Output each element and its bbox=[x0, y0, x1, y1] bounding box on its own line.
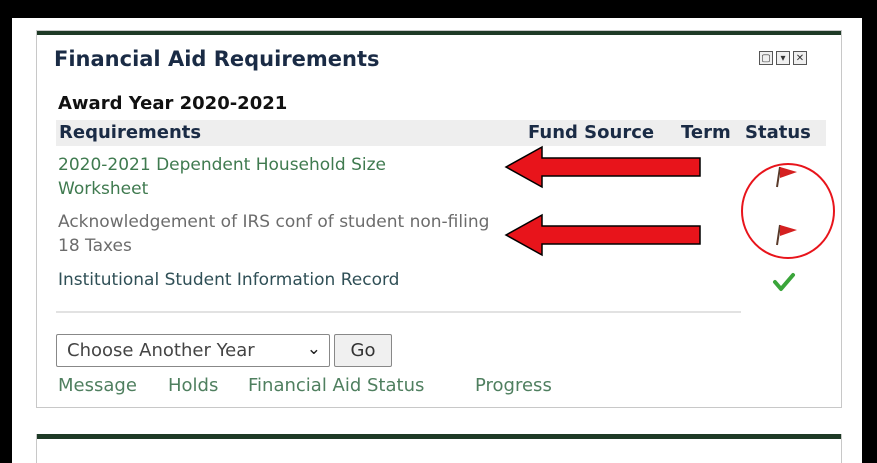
red-arrow-annotation bbox=[504, 145, 701, 189]
link-financial-aid-status[interactable]: Financial Aid Status bbox=[248, 375, 424, 396]
column-header-term: Term bbox=[681, 122, 731, 143]
next-panel-top-bar bbox=[37, 434, 841, 439]
column-header-fund-source: Fund Source bbox=[528, 122, 655, 143]
red-arrow-annotation bbox=[504, 213, 701, 257]
screenshot-frame-top bbox=[0, 0, 877, 18]
requirement-link-household-size[interactable]: 2020-2021 Dependent Household Size Works… bbox=[58, 153, 478, 201]
link-holds[interactable]: Holds bbox=[168, 375, 218, 396]
close-icon[interactable]: ✕ bbox=[793, 51, 807, 65]
award-year-heading: Award Year 2020-2021 bbox=[58, 93, 288, 114]
divider bbox=[56, 311, 741, 313]
column-header-status: Status bbox=[745, 122, 811, 143]
restore-icon[interactable]: ▢ bbox=[759, 51, 773, 65]
year-select-value: Choose Another Year bbox=[67, 340, 255, 361]
year-select[interactable]: Choose Another Year ⌄ bbox=[56, 334, 330, 367]
requirement-link-isir[interactable]: Institutional Student Information Record bbox=[58, 268, 508, 292]
red-circle-annotation bbox=[741, 163, 835, 259]
go-button[interactable]: Go bbox=[334, 334, 392, 367]
screenshot-frame-right bbox=[862, 0, 877, 463]
next-panel bbox=[36, 434, 842, 463]
requirement-link-irs-non-filing[interactable]: Acknowledgement of IRS conf of student n… bbox=[58, 210, 498, 258]
minimize-icon[interactable]: ▾ bbox=[776, 51, 790, 65]
window-controls: ▢ ▾ ✕ bbox=[759, 51, 807, 65]
green-check-icon bbox=[773, 273, 795, 291]
chevron-down-icon: ⌄ bbox=[306, 339, 321, 359]
link-progress[interactable]: Progress bbox=[475, 375, 552, 396]
panel-title: Financial Aid Requirements bbox=[54, 47, 380, 71]
link-message[interactable]: Message bbox=[58, 375, 137, 396]
financial-aid-requirements-panel: Financial Aid Requirements ▢ ▾ ✕ Award Y… bbox=[36, 30, 842, 408]
column-header-requirements: Requirements bbox=[59, 122, 202, 143]
panel-top-bar bbox=[37, 31, 841, 35]
requirements-table-header: Requirements Fund Source Term Status bbox=[56, 120, 826, 146]
screenshot-frame-left bbox=[0, 0, 12, 463]
